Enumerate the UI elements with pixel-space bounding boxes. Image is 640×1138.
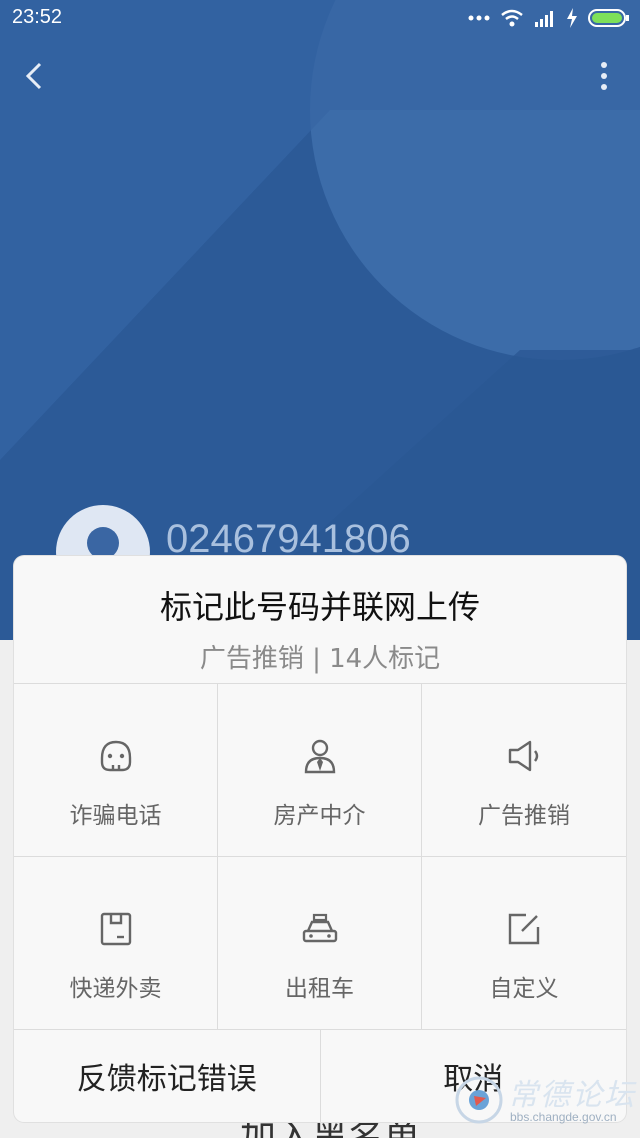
mark-options-grid: 诈骗电话 房产中介 广告推销 快递外卖 出租车 自定义 [14,684,626,1030]
package-box-icon [100,912,131,946]
option-fraud[interactable]: 诈骗电话 [14,684,218,857]
option-label: 快递外卖 [69,976,162,1002]
signal-icon [535,11,553,27]
screen: 23:52 02467941806 加入黑名单 标记此号码并联网上传 广告推销 … [0,0,640,1138]
edit-icon [508,913,540,945]
option-label: 出租车 [285,976,354,1002]
status-time: 23:52 [12,6,63,28]
feedback-error-button[interactable]: 反馈标记错误 [14,1030,320,1122]
wifi-icon [501,9,523,27]
forum-logo-icon [455,1076,503,1124]
header-background: 23:52 02467941806 [0,0,640,640]
option-label: 自定义 [489,976,559,1002]
option-label: 诈骗电话 [69,803,162,829]
back-arrow-icon[interactable] [20,58,52,94]
battery-icon [588,9,629,27]
fraud-face-icon [100,740,131,772]
more-dots-icon [468,15,490,21]
option-delivery[interactable]: 快递外卖 [14,857,218,1030]
option-label: 房产中介 [273,803,366,829]
watermark: 常德论坛 bbs.changde.gov.cn [454,1068,640,1138]
status-bar: 23:52 [0,0,640,36]
option-advertising[interactable]: 广告推销 [422,684,626,857]
taxi-icon [302,913,337,943]
watermark-url: bbs.changde.gov.cn [510,1110,617,1124]
dialog-header: 标记此号码并联网上传 广告推销 | 14人标记 [14,556,626,684]
overflow-menu-icon[interactable] [598,60,610,92]
option-taxi[interactable]: 出租车 [218,857,422,1030]
status-icons [468,6,630,30]
charging-icon [567,8,577,28]
option-custom[interactable]: 自定义 [422,857,626,1030]
agent-person-icon [304,739,335,774]
mark-number-dialog: 标记此号码并联网上传 广告推销 | 14人标记 诈骗电话 房产中介 广告推销 快… [14,556,626,1122]
option-real-estate[interactable]: 房产中介 [218,684,422,857]
dialog-subtitle: 广告推销 | 14人标记 [199,644,441,674]
watermark-text: 常德论坛 [508,1078,636,1113]
dialog-title: 标记此号码并联网上传 [159,588,480,626]
megaphone-icon [508,740,539,772]
option-label: 广告推销 [478,803,570,829]
